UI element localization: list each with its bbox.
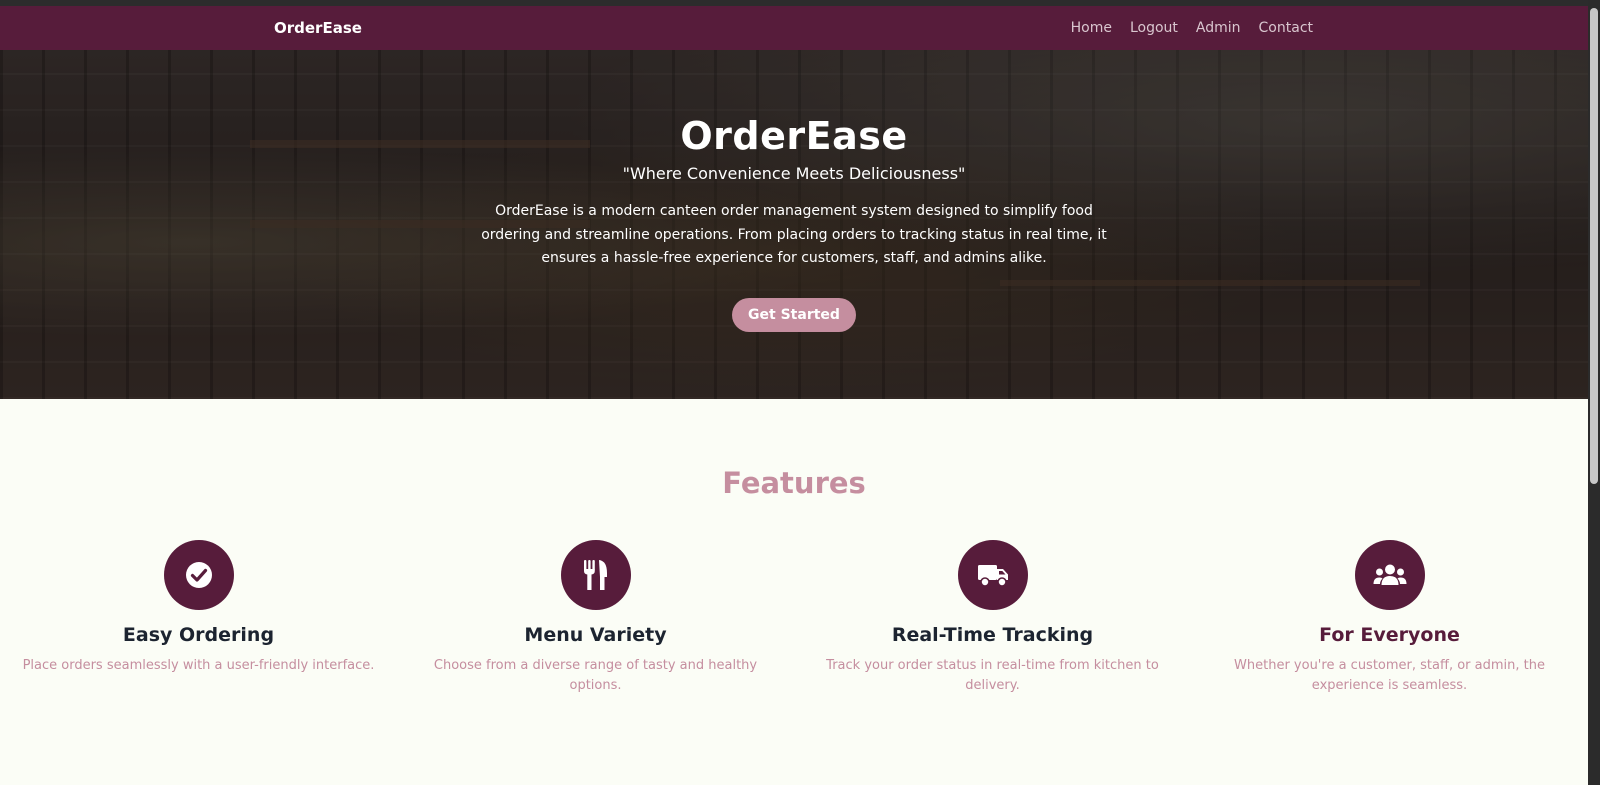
hero-title: OrderEase: [680, 114, 908, 158]
hero-description: OrderEase is a modern canteen order mana…: [481, 203, 1107, 266]
feature-description: Place orders seamlessly with a user-frie…: [22, 658, 375, 673]
feature-title: Real-Time Tracking: [891, 624, 1094, 646]
scrollbar-thumb[interactable]: [1590, 8, 1598, 484]
feature-title: For Everyone: [1319, 624, 1460, 646]
feature-card-real-time-tracking: Real-Time Tracking Track your order stat…: [794, 540, 1191, 696]
navbar: OrderEase Home Logout Admin Contact: [0, 6, 1588, 50]
feature-title: Easy Ordering: [122, 624, 275, 646]
feature-card-menu-variety: Menu Variety Choose from a diverse range…: [397, 540, 794, 696]
feature-card-for-everyone: For Everyone Whether you're a customer, …: [1191, 540, 1588, 696]
nav-link-home[interactable]: Home: [1071, 20, 1112, 36]
nav-links: Home Logout Admin Contact: [1071, 20, 1313, 36]
hero-tagline: "Where Convenience Meets Deliciousness": [622, 164, 966, 183]
feature-description: Whether you're a customer, staff, or adm…: [1234, 658, 1545, 693]
get-started-button[interactable]: Get Started: [732, 298, 856, 332]
feature-title: Menu Variety: [524, 624, 667, 646]
feature-description: Track your order status in real-time fro…: [826, 658, 1159, 693]
feature-card-easy-ordering: Easy Ordering Place orders seamlessly wi…: [0, 540, 397, 676]
brand-logo[interactable]: OrderEase: [274, 19, 362, 37]
nav-link-admin[interactable]: Admin: [1196, 20, 1241, 36]
features-heading: Features: [722, 466, 866, 500]
nav-link-logout[interactable]: Logout: [1130, 20, 1178, 36]
page: OrderEase Home Logout Admin Contact Orde…: [0, 0, 1588, 785]
feature-description: Choose from a diverse range of tasty and…: [433, 658, 758, 693]
hero-section: OrderEase "Where Convenience Meets Delic…: [0, 50, 1588, 399]
utensils-icon: [560, 540, 631, 610]
nav-link-contact[interactable]: Contact: [1259, 20, 1313, 36]
users-icon: [1354, 540, 1425, 610]
truck-icon: [957, 540, 1028, 610]
vertical-scrollbar[interactable]: [1588, 0, 1600, 785]
hero-content: OrderEase "Where Convenience Meets Delic…: [0, 50, 1588, 399]
check-circle-icon: [163, 540, 234, 610]
